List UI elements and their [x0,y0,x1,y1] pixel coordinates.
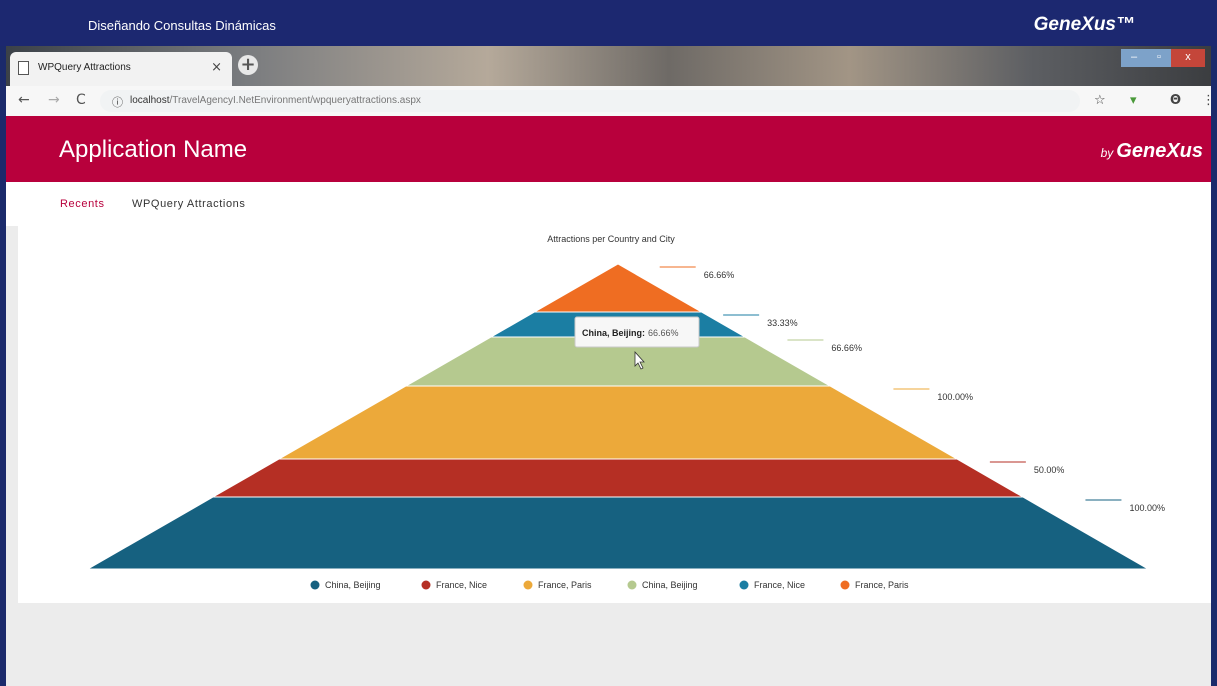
account-icon[interactable]: Θ [1170,93,1181,108]
banner-title: Diseñando Consultas Dinámicas [88,18,276,33]
new-tab-button[interactable]: + [238,55,258,75]
address-bar: ← → C ⓘ localhost/TravelAgencyI.NetEnvir… [6,86,1211,117]
by-genexus-logo: by GeneXus [1101,140,1203,163]
url-field[interactable]: ⓘ localhost/TravelAgencyI.NetEnvironment… [100,90,1080,112]
legend-marker-3 [627,580,637,590]
close-window-icon[interactable]: x [1171,49,1205,67]
data-label-0: 100.00% [1129,503,1165,513]
maximize-icon[interactable]: ▫ [1147,49,1171,67]
breadcrumb-current: WPQuery Attractions [132,198,246,210]
legend-item-2[interactable]: France, Paris [523,580,593,590]
legend-item-3[interactable]: China, Beijing [627,580,698,590]
pyramid-slice-5[interactable] [532,263,704,313]
info-icon[interactable]: ⓘ [112,94,123,110]
extension-icon[interactable]: ▾ [1130,93,1137,108]
legend-label-5: France, Paris [855,580,909,590]
application-name: Application Name [59,136,248,163]
tooltip-label: China, Beijing: [582,328,645,338]
legend-marker-0 [310,580,320,590]
pyramid-slice-0[interactable] [86,496,1150,570]
forward-icon[interactable]: → [48,92,60,108]
legend-label-0: China, Beijing [325,580,381,590]
by-text: by [1100,146,1114,160]
pyramid-slice-2[interactable] [277,385,959,460]
data-label-1: 50.00% [1034,465,1065,475]
legend-marker-2 [523,580,533,590]
legend-item-4[interactable]: France, Nice [739,580,806,590]
data-label-2: 100.00% [937,392,973,402]
tooltip-value: 66.66% [648,328,679,338]
close-tab-icon[interactable]: × [211,60,222,75]
data-label-3: 66.66% [831,343,862,353]
data-label-4: 33.33% [767,318,798,328]
data-label-5: 66.66% [704,270,735,280]
breadcrumb: Recents WPQuery Attractions [6,182,1211,226]
star-icon[interactable]: ☆ [1094,93,1106,108]
page-icon [18,61,29,75]
genexus-logo: GeneXus™ [1033,14,1135,35]
back-icon[interactable]: ← [18,92,30,108]
url-host: localhost [130,95,170,106]
legend-marker-5 [840,580,850,590]
pyramid-chart: Attractions per Country and City 100.00%… [86,234,1165,590]
app-header: Application Name by GeneXus [6,116,1211,182]
tab-bar: WPQuery Attractions × + – ▫ x [6,46,1211,86]
url-text: localhost/TravelAgencyI.NetEnvironment/w… [130,95,421,106]
brand-text: GeneXus [1116,140,1203,162]
window-controls: – ▫ x [1121,49,1205,67]
legend-item-0[interactable]: China, Beijing [310,580,381,590]
legend-label-3: China, Beijing [642,580,698,590]
tab-label: WPQuery Attractions [38,62,131,73]
legend-label-2: France, Paris [538,580,592,590]
breadcrumb-recents[interactable]: Recents [60,198,105,210]
chart-title: Attractions per Country and City [547,234,675,244]
legend-item-1[interactable]: France, Nice [421,580,488,590]
legend-marker-1 [421,580,431,590]
url-path: /TravelAgencyI.NetEnvironment/wpqueryatt… [169,95,421,106]
legend-marker-4 [739,580,749,590]
chart-tooltip: China, Beijing: 66.66% [574,316,700,348]
menu-icon[interactable]: ⋮ [1202,93,1211,108]
video-banner: Diseñando Consultas Dinámicas GeneXus™ [0,0,1217,46]
legend-item-5[interactable]: France, Paris [840,580,910,590]
minimize-icon[interactable]: – [1121,49,1147,67]
legend-label-1: France, Nice [436,580,487,590]
pyramid-slice-1[interactable] [211,458,1025,498]
browser-window: WPQuery Attractions × + – ▫ x ← → C ⓘ lo… [6,46,1211,686]
reload-icon[interactable]: C [76,92,86,108]
svg-text:China, Beijing:66.66%: China, Beijing: 66.66% [582,328,679,338]
chart-card: Attractions per Country and City 100.00%… [18,226,1211,603]
browser-tab[interactable]: WPQuery Attractions × [10,52,232,86]
legend-label-4: France, Nice [754,580,805,590]
